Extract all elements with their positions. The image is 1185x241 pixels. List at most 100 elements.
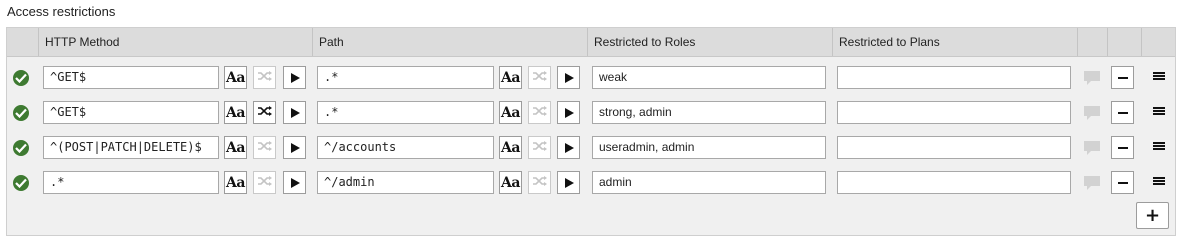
table-row: ^GET$ Aa .* Aa strong, admin: [7, 95, 1175, 130]
play-icon: [291, 177, 300, 188]
restricted-plans-input[interactable]: [837, 101, 1071, 124]
minus-icon: [1117, 181, 1128, 184]
header-drag-col: [1142, 28, 1177, 56]
comment-icon[interactable]: [1083, 140, 1101, 156]
header-path: Path: [313, 28, 588, 56]
method-play-button[interactable]: [283, 101, 306, 124]
shuffle-icon: [532, 70, 548, 85]
minus-icon: [1117, 146, 1128, 149]
header-restricted-roles: Restricted to Roles: [588, 28, 833, 56]
case-sensitive-icon: Aa: [226, 104, 245, 121]
method-play-button[interactable]: [283, 136, 306, 159]
comment-icon[interactable]: [1083, 70, 1101, 86]
path-input[interactable]: ^/accounts: [317, 136, 494, 159]
restricted-plans-input[interactable]: [837, 171, 1071, 194]
case-sensitive-icon: Aa: [501, 104, 520, 121]
drag-handle-icon[interactable]: [1153, 177, 1165, 187]
add-row-button[interactable]: [1136, 202, 1169, 229]
method-case-sensitive-button[interactable]: Aa: [224, 136, 247, 159]
path-shuffle-button[interactable]: [528, 136, 551, 159]
remove-row-button[interactable]: [1111, 136, 1134, 159]
http-method-input[interactable]: .*: [43, 171, 219, 194]
method-shuffle-button[interactable]: [253, 101, 276, 124]
case-sensitive-icon: Aa: [226, 69, 245, 86]
table-header: HTTP Method Path Restricted to Roles Res…: [7, 28, 1175, 57]
case-sensitive-icon: Aa: [226, 174, 245, 191]
remove-row-button[interactable]: [1111, 66, 1134, 89]
path-play-button[interactable]: [557, 171, 580, 194]
play-icon: [565, 142, 574, 153]
path-play-button[interactable]: [557, 136, 580, 159]
header-comment-col: [1078, 28, 1108, 56]
path-case-sensitive-button[interactable]: Aa: [499, 136, 522, 159]
restricted-roles-input[interactable]: weak: [592, 66, 826, 89]
restricted-roles-input[interactable]: strong, admin: [592, 101, 826, 124]
check-circle-icon: [13, 70, 29, 86]
http-method-input[interactable]: ^GET$: [43, 101, 219, 124]
path-shuffle-button[interactable]: [528, 171, 551, 194]
access-restrictions-table: HTTP Method Path Restricted to Roles Res…: [6, 27, 1176, 236]
shuffle-icon: [532, 140, 548, 155]
play-icon: [291, 107, 300, 118]
header-http-method: HTTP Method: [39, 28, 313, 56]
remove-row-button[interactable]: [1111, 101, 1134, 124]
restricted-roles-input[interactable]: useradmin, admin: [592, 136, 826, 159]
table-row: ^(POST|PATCH|DELETE)$ Aa ^/accounts Aa usera…: [7, 130, 1175, 165]
method-shuffle-button[interactable]: [253, 66, 276, 89]
header-status-col: [7, 28, 39, 56]
shuffle-icon: [257, 70, 273, 85]
minus-icon: [1117, 76, 1128, 79]
path-input[interactable]: .*: [317, 101, 494, 124]
path-shuffle-button[interactable]: [528, 66, 551, 89]
path-case-sensitive-button[interactable]: Aa: [499, 171, 522, 194]
header-remove-col: [1108, 28, 1142, 56]
check-circle-icon: [13, 175, 29, 191]
play-icon: [565, 107, 574, 118]
case-sensitive-icon: Aa: [501, 139, 520, 156]
case-sensitive-icon: Aa: [501, 69, 520, 86]
minus-icon: [1117, 111, 1128, 114]
path-play-button[interactable]: [557, 66, 580, 89]
path-case-sensitive-button[interactable]: Aa: [499, 101, 522, 124]
drag-handle-icon[interactable]: [1153, 72, 1165, 82]
method-case-sensitive-button[interactable]: Aa: [224, 66, 247, 89]
remove-row-button[interactable]: [1111, 171, 1134, 194]
header-restricted-plans: Restricted to Plans: [833, 28, 1078, 56]
method-play-button[interactable]: [283, 171, 306, 194]
http-method-input[interactable]: ^(POST|PATCH|DELETE)$: [43, 136, 219, 159]
method-shuffle-button[interactable]: [253, 136, 276, 159]
restricted-roles-input[interactable]: admin: [592, 171, 826, 194]
path-case-sensitive-button[interactable]: Aa: [499, 66, 522, 89]
check-circle-icon: [13, 105, 29, 121]
shuffle-icon: [257, 140, 273, 155]
path-input[interactable]: .*: [317, 66, 494, 89]
restricted-plans-input[interactable]: [837, 66, 1071, 89]
method-case-sensitive-button[interactable]: Aa: [224, 171, 247, 194]
shuffle-icon: [257, 105, 273, 120]
case-sensitive-icon: Aa: [226, 139, 245, 156]
shuffle-icon: [532, 175, 548, 190]
shuffle-icon: [257, 175, 273, 190]
check-circle-icon: [13, 140, 29, 156]
path-play-button[interactable]: [557, 101, 580, 124]
path-shuffle-button[interactable]: [528, 101, 551, 124]
play-icon: [565, 72, 574, 83]
method-case-sensitive-button[interactable]: Aa: [224, 101, 247, 124]
comment-icon[interactable]: [1083, 105, 1101, 121]
http-method-input[interactable]: ^GET$: [43, 66, 219, 89]
path-input[interactable]: ^/admin: [317, 171, 494, 194]
play-icon: [291, 142, 300, 153]
restricted-plans-input[interactable]: [837, 136, 1071, 159]
play-icon: [291, 72, 300, 83]
method-play-button[interactable]: [283, 66, 306, 89]
method-shuffle-button[interactable]: [253, 171, 276, 194]
comment-icon[interactable]: [1083, 175, 1101, 191]
shuffle-icon: [532, 105, 548, 120]
drag-handle-icon[interactable]: [1153, 142, 1165, 152]
table-row: ^GET$ Aa .* Aa weak: [7, 60, 1175, 95]
section-title: Access restrictions: [7, 4, 116, 19]
table-row: .* Aa ^/admin Aa admin: [7, 165, 1175, 200]
drag-handle-icon[interactable]: [1153, 107, 1165, 117]
case-sensitive-icon: Aa: [501, 174, 520, 191]
play-icon: [565, 177, 574, 188]
